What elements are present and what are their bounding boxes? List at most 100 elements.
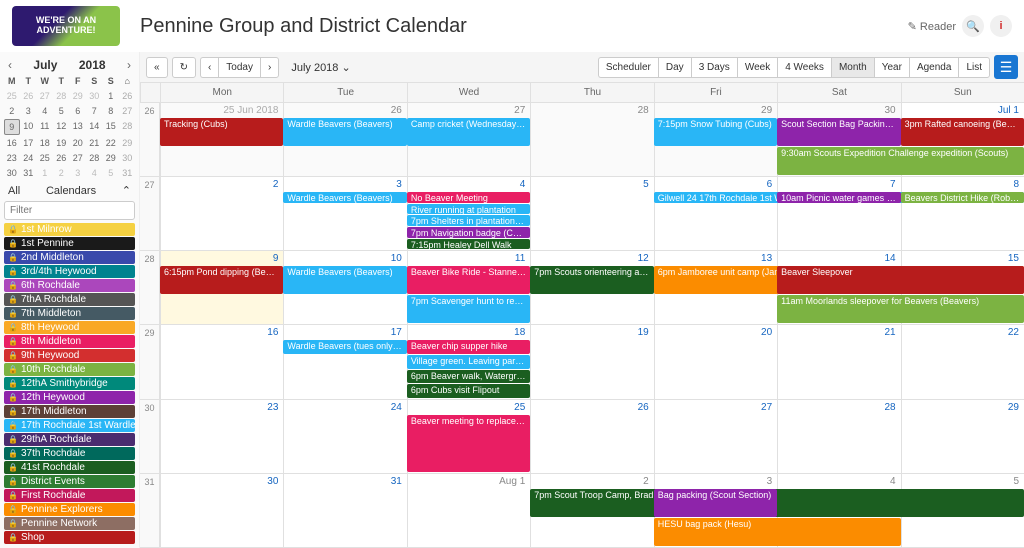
calendar-item[interactable]: 🔒29thA Rochdale xyxy=(4,433,135,446)
calendars-all[interactable]: All xyxy=(8,185,20,197)
mini-cal-day[interactable]: 26 xyxy=(54,151,70,165)
calendar-item[interactable]: 🔒First Rochdale xyxy=(4,489,135,502)
day-cell[interactable]: 27 xyxy=(654,400,777,473)
mini-cal-day[interactable]: 25 xyxy=(4,89,20,103)
mini-cal-day[interactable]: 22 xyxy=(103,136,119,150)
mini-cal-day[interactable]: 18 xyxy=(37,136,53,150)
day-cell[interactable]: 31 xyxy=(283,474,406,547)
calendar-item[interactable]: 🔒17th Rochdale 1st Wardle xyxy=(4,419,135,432)
mini-cal-day[interactable]: 16 xyxy=(4,136,20,150)
calendar-item[interactable]: 🔒Pennine Explorers xyxy=(4,503,135,516)
calendar-item[interactable]: 🔒Shop xyxy=(4,531,135,544)
event[interactable]: 6:15pm Pond dipping (Beavers) xyxy=(160,266,283,294)
event[interactable]: 7pm Shelters in plantation (Wedn xyxy=(407,215,530,226)
calendar-item[interactable]: 🔒37th Rochdale xyxy=(4,447,135,460)
day-cell[interactable]: 8 xyxy=(901,177,1024,250)
event[interactable]: 6pm Cubs visit Flipout xyxy=(407,384,530,398)
mini-calendar[interactable]: MTWTFSS⌂25262728293012623456782791011121… xyxy=(4,74,135,180)
mini-cal-day[interactable]: 5 xyxy=(54,104,70,118)
mini-cal-next[interactable]: › xyxy=(127,58,131,72)
mini-cal-day[interactable]: 31 xyxy=(21,166,37,180)
today-button[interactable]: Today xyxy=(218,57,260,78)
day-cell[interactable]: 26 xyxy=(530,400,653,473)
day-cell[interactable]: 5 xyxy=(530,177,653,250)
calendar-item[interactable]: 🔒12th Heywood xyxy=(4,391,135,404)
mini-cal-day[interactable]: 19 xyxy=(54,136,70,150)
view-agenda[interactable]: Agenda xyxy=(909,57,958,78)
view-list[interactable]: List xyxy=(958,57,990,78)
calendar-item[interactable]: 🔒7thA Rochdale xyxy=(4,293,135,306)
day-cell[interactable]: 28 xyxy=(530,103,653,176)
calendar-item[interactable]: 🔒17th Middleton xyxy=(4,405,135,418)
event[interactable]: Wardle Beavers (Beavers) xyxy=(283,118,406,146)
mini-cal-day[interactable]: 4 xyxy=(37,104,53,118)
mini-cal-day[interactable]: 17 xyxy=(21,136,37,150)
calendar-item[interactable]: 🔒1st Pennine xyxy=(4,237,135,250)
calendar-item[interactable]: 🔒1st Milnrow xyxy=(4,223,135,236)
event[interactable]: Beaver chip supper hike xyxy=(407,340,530,354)
mini-cal-day[interactable]: 10 xyxy=(21,119,37,135)
mini-cal-day[interactable]: 4 xyxy=(87,166,103,180)
mini-cal-day[interactable]: 13 xyxy=(70,119,86,135)
event[interactable]: Beaver meeting to replace 4th Ju xyxy=(407,415,530,472)
day-cell[interactable]: 7 xyxy=(777,177,900,250)
event[interactable]: HESU bag pack (Hesu) xyxy=(654,518,901,546)
mini-cal-day[interactable]: 9 xyxy=(4,119,20,135)
mini-cal-day[interactable]: 2 xyxy=(4,104,20,118)
mini-cal-day[interactable]: 30 xyxy=(4,166,20,180)
event[interactable]: 7pm Scouts orienteering at Ashw xyxy=(530,266,653,294)
mini-cal-day[interactable]: 26 xyxy=(21,89,37,103)
calendar-item[interactable]: 🔒3rd/4th Heywood xyxy=(4,265,135,278)
mini-cal-day[interactable]: 5 xyxy=(103,166,119,180)
calendar-item[interactable]: 🔒6th Rochdale xyxy=(4,279,135,292)
mini-cal-day[interactable]: 1 xyxy=(103,89,119,103)
day-cell[interactable]: 3 xyxy=(283,177,406,250)
mini-cal-day[interactable]: 25 xyxy=(37,151,53,165)
event[interactable]: Beavers District Hike (Rob Mitche xyxy=(901,192,1024,203)
event[interactable]: 7pm Navigation badge (Cubs) xyxy=(407,227,530,238)
refresh-icon[interactable]: ↻ xyxy=(172,57,196,78)
event[interactable]: 3pm Rafted canoeing (Beavers) xyxy=(901,118,1024,146)
day-cell[interactable]: 29 xyxy=(901,400,1024,473)
mini-cal-day[interactable]: 1 xyxy=(37,166,53,180)
collapse-sidebar-icon[interactable]: « xyxy=(146,57,168,78)
day-cell[interactable]: 16 xyxy=(160,325,283,398)
event[interactable]: 11am Moorlands sleepover for Beavers (Be… xyxy=(777,295,1024,323)
event[interactable]: Scout Section Bag Packing (12th xyxy=(777,118,900,146)
mini-cal-day[interactable]: 28 xyxy=(54,89,70,103)
day-cell[interactable]: 30 xyxy=(160,474,283,547)
day-cell[interactable]: 28 xyxy=(777,400,900,473)
day-cell[interactable]: 19 xyxy=(530,325,653,398)
mini-cal-day[interactable]: 3 xyxy=(70,166,86,180)
event[interactable]: 7:15pm Healey Dell Walk xyxy=(407,239,530,250)
view-month[interactable]: Month xyxy=(831,57,874,78)
event[interactable]: Beaver Sleepover xyxy=(777,266,1024,294)
day-cell[interactable]: 21 xyxy=(777,325,900,398)
mini-cal-day[interactable]: 3 xyxy=(21,104,37,118)
mini-cal-day[interactable]: 8 xyxy=(103,104,119,118)
day-cell[interactable]: 24 xyxy=(283,400,406,473)
calendar-item[interactable]: 🔒10th Rochdale xyxy=(4,363,135,376)
day-cell[interactable]: 6 xyxy=(654,177,777,250)
mini-cal-day[interactable]: 15 xyxy=(103,119,119,135)
mini-cal-day[interactable]: 20 xyxy=(70,136,86,150)
event[interactable]: Village green. Leaving party. Out xyxy=(407,355,530,369)
info-icon[interactable]: i xyxy=(990,15,1012,37)
menu-icon[interactable]: ☰ xyxy=(994,55,1018,79)
mini-cal-day[interactable]: 7 xyxy=(87,104,103,118)
mini-cal-day[interactable]: 21 xyxy=(87,136,103,150)
calendar-item[interactable]: 🔒2nd Middleton xyxy=(4,251,135,264)
mini-cal-day[interactable]: 14 xyxy=(87,119,103,135)
mini-cal-day[interactable]: 24 xyxy=(21,151,37,165)
nav-next-icon[interactable]: › xyxy=(260,57,279,78)
mini-cal-day[interactable]: 23 xyxy=(4,151,20,165)
mini-cal-day[interactable]: 27 xyxy=(70,151,86,165)
event[interactable]: 6pm Beaver walk, Watergrove re xyxy=(407,370,530,384)
view-scheduler[interactable]: Scheduler xyxy=(598,57,658,78)
event[interactable]: Bag packing (Scout Section) xyxy=(654,489,777,517)
event[interactable]: Wardle Beavers (Beavers) xyxy=(283,266,406,294)
event[interactable]: Wardle Beavers (tues only) (Wate xyxy=(283,340,406,354)
view-day[interactable]: Day xyxy=(658,57,691,78)
calendar-item[interactable]: 🔒8th Middleton xyxy=(4,335,135,348)
calendar-item[interactable]: 🔒Pennine Network xyxy=(4,517,135,530)
